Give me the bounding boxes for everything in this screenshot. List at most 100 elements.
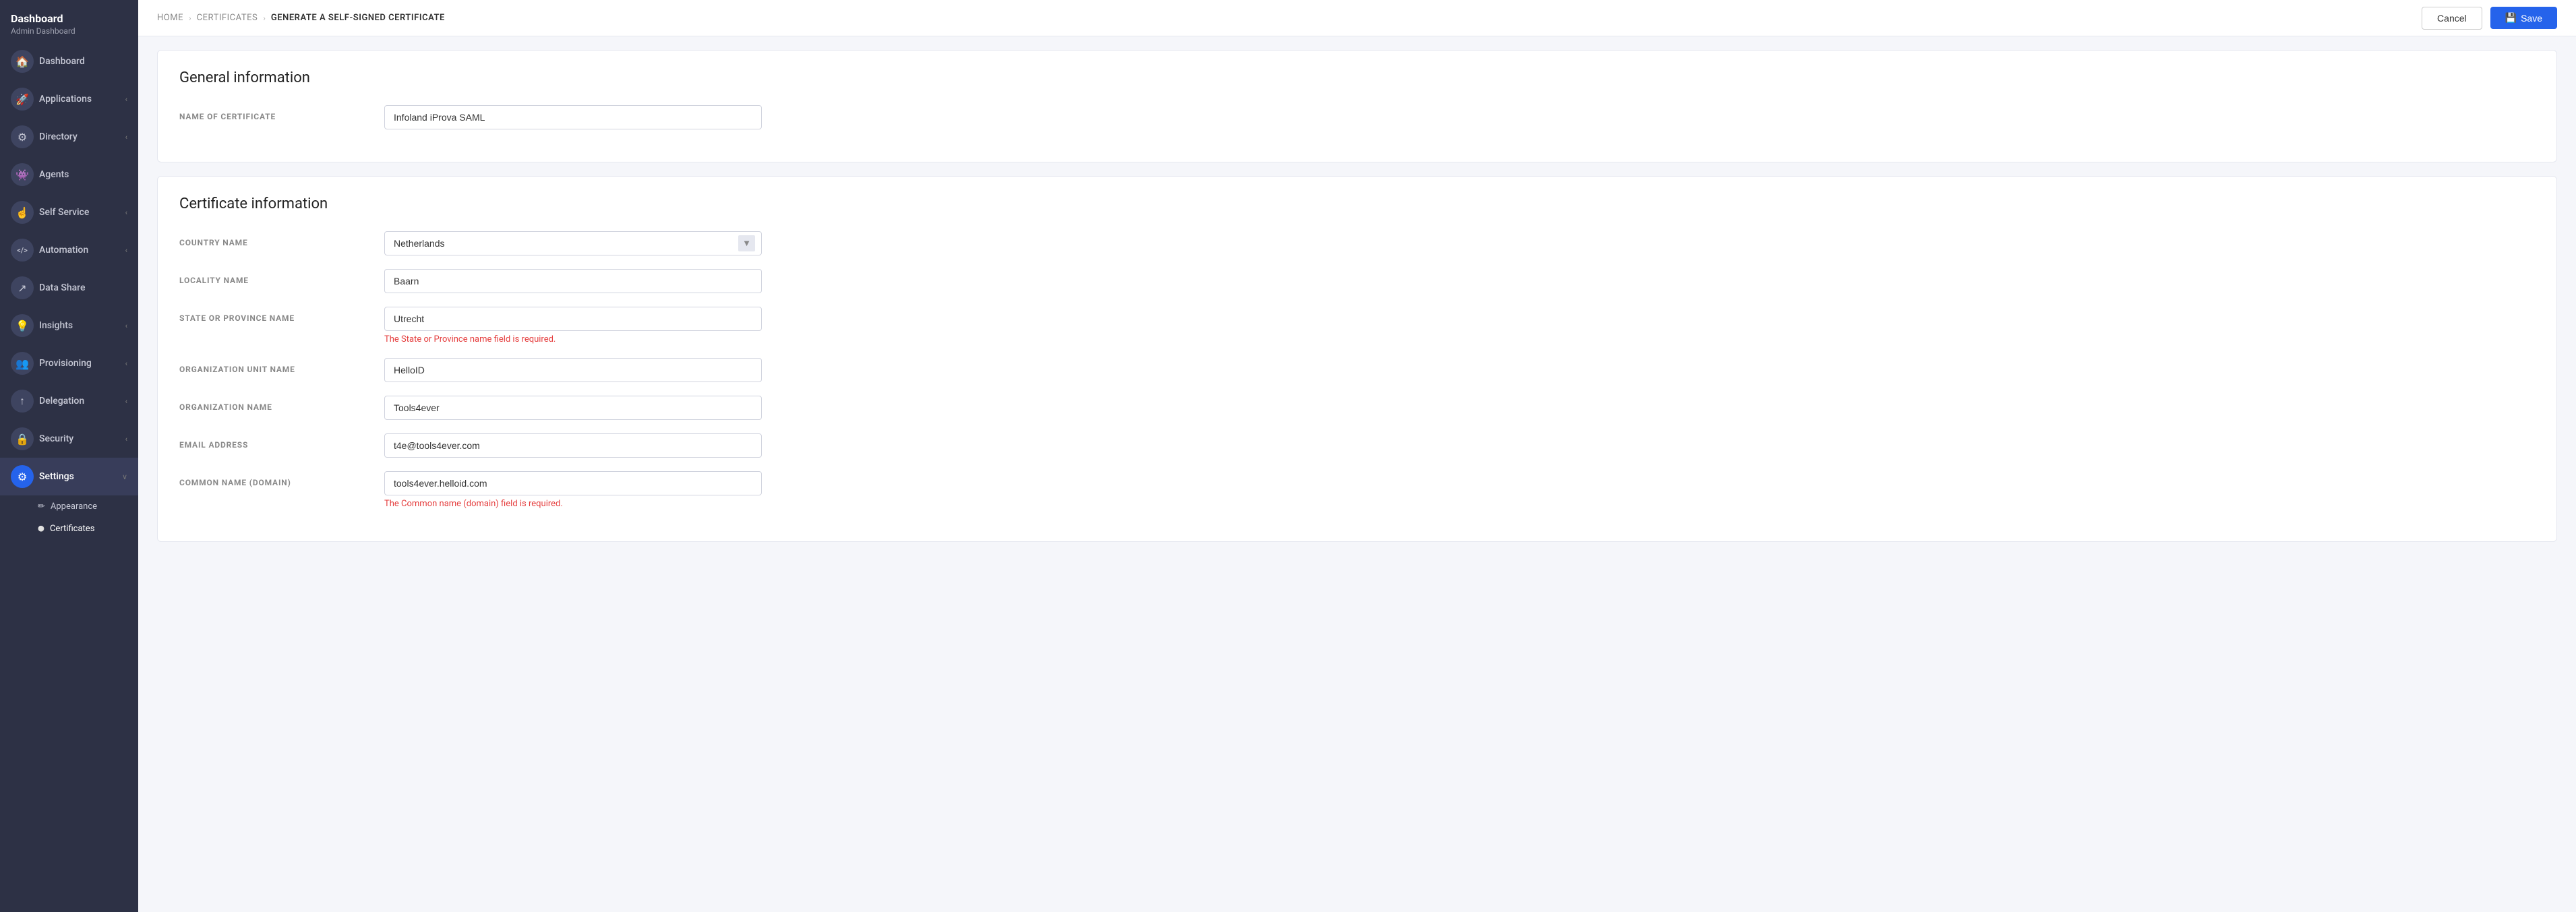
common-name-input[interactable] [384, 471, 762, 495]
appearance-icon: ✏ [38, 501, 45, 512]
home-icon: 🏠 [11, 50, 34, 73]
topbar: HOME › CERTIFICATES › GENERATE A SELF-SI… [138, 0, 2576, 36]
sidebar-item-security[interactable]: 🔒 Security ‹ [0, 420, 138, 458]
save-label: Save [2521, 13, 2542, 24]
settings-icon: ⚙ [11, 465, 34, 488]
country-name-label: COUNTRY NAME [179, 231, 368, 247]
save-icon: 💾 [2505, 12, 2517, 24]
rocket-icon: 🚀 [11, 88, 34, 111]
country-name-select[interactable]: Netherlands Germany France United States… [384, 231, 762, 255]
certificate-dot-icon: ⚪ [38, 526, 44, 532]
sidebar-sub-appearance[interactable]: ✏ Appearance [0, 495, 138, 518]
email-label: EMAIL ADDRESS [179, 433, 368, 450]
sidebar-item-agents[interactable]: 👾 Agents [0, 156, 138, 193]
insights-icon: 💡 [11, 314, 34, 337]
delegation-icon: ↑ [11, 390, 34, 413]
sidebar-label-applications: Applications [39, 94, 92, 104]
sidebar-label-directory: Directory [39, 131, 78, 142]
sidebar-label-data-share: Data Share [39, 282, 86, 293]
sidebar-title: Dashboard [11, 12, 127, 25]
sidebar-label-insights: Insights [39, 320, 73, 331]
chevron-icon-applications: ‹ [125, 95, 127, 104]
state-province-input[interactable] [384, 307, 762, 331]
breadcrumb-certificates[interactable]: CERTIFICATES [197, 13, 258, 23]
sidebar-item-self-service[interactable]: ☝ Self Service ‹ [0, 193, 138, 231]
sidebar-item-delegation[interactable]: ↑ Delegation ‹ [0, 382, 138, 420]
sidebar-sub-certificates[interactable]: ⚪ Certificates [0, 518, 138, 540]
save-button[interactable]: 💾 Save [2490, 7, 2557, 29]
state-province-label: STATE OR PROVINCE NAME [179, 307, 368, 323]
general-info-section: General information NAME OF CERTIFICATE [157, 50, 2557, 162]
locality-name-field [384, 269, 2535, 293]
chevron-icon-settings: ∨ [122, 473, 127, 481]
state-province-field: The State or Province name field is requ… [384, 307, 2535, 344]
sidebar-sub-label-certificates: Certificates [50, 524, 94, 534]
sidebar-label-self-service: Self Service [39, 207, 89, 218]
sidebar-subtitle: Admin Dashboard [11, 26, 127, 36]
chevron-icon-directory: ‹ [125, 133, 127, 142]
cert-info-title: Certificate information [179, 195, 2535, 212]
main-content: HOME › CERTIFICATES › GENERATE A SELF-SI… [138, 0, 2576, 912]
sidebar-label-dashboard: Dashboard [39, 56, 85, 67]
name-of-certificate-field [384, 105, 2535, 129]
sidebar-label-settings: Settings [39, 471, 74, 482]
chevron-icon-provisioning: ‹ [125, 359, 127, 368]
sidebar-item-dashboard[interactable]: 🏠 Dashboard [0, 42, 138, 80]
common-name-row: COMMON NAME (DOMAIN) The Common name (do… [179, 471, 2535, 509]
common-name-error: The Common name (domain) field is requir… [384, 499, 2535, 509]
breadcrumb: HOME › CERTIFICATES › GENERATE A SELF-SI… [157, 13, 445, 23]
breadcrumb-sep1: › [189, 13, 191, 23]
state-province-row: STATE OR PROVINCE NAME The State or Prov… [179, 307, 2535, 344]
directory-icon: ⚙ [11, 125, 34, 148]
sidebar-label-security: Security [39, 433, 73, 444]
sidebar-nav: 🏠 Dashboard 🚀 Applications ‹ ⚙ Directory… [0, 42, 138, 912]
locality-name-row: LOCALITY NAME [179, 269, 2535, 293]
org-unit-row: ORGANIZATION UNIT NAME [179, 358, 2535, 382]
org-unit-input[interactable] [384, 358, 762, 382]
automation-icon: </> [11, 239, 34, 262]
security-icon: 🔒 [11, 427, 34, 450]
sidebar-label-automation: Automation [39, 245, 88, 255]
sidebar-item-provisioning[interactable]: 👥 Provisioning ‹ [0, 344, 138, 382]
email-field [384, 433, 2535, 458]
sidebar-item-applications[interactable]: 🚀 Applications ‹ [0, 80, 138, 118]
sidebar-item-settings[interactable]: ⚙ Settings ∨ [0, 458, 138, 495]
locality-name-label: LOCALITY NAME [179, 269, 368, 285]
org-name-label: ORGANIZATION NAME [179, 396, 368, 412]
name-of-certificate-label: NAME OF CERTIFICATE [179, 105, 368, 121]
agents-icon: 👾 [11, 163, 34, 186]
email-input[interactable] [384, 433, 762, 458]
sidebar-sub-label-appearance: Appearance [51, 501, 97, 512]
topbar-actions: Cancel 💾 Save [2422, 7, 2557, 30]
state-province-error: The State or Province name field is requ… [384, 334, 2535, 344]
sidebar-item-insights[interactable]: 💡 Insights ‹ [0, 307, 138, 344]
org-unit-label: ORGANIZATION UNIT NAME [179, 358, 368, 374]
sidebar-label-delegation: Delegation [39, 396, 84, 406]
provisioning-icon: 👥 [11, 352, 34, 375]
sidebar: Dashboard Admin Dashboard 🏠 Dashboard 🚀 … [0, 0, 138, 912]
sidebar-item-directory[interactable]: ⚙ Directory ‹ [0, 118, 138, 156]
email-row: EMAIL ADDRESS [179, 433, 2535, 458]
breadcrumb-sep2: › [263, 13, 266, 23]
sidebar-item-automation[interactable]: </> Automation ‹ [0, 231, 138, 269]
name-of-certificate-row: NAME OF CERTIFICATE [179, 105, 2535, 129]
sidebar-header: Dashboard Admin Dashboard [0, 0, 138, 42]
breadcrumb-home[interactable]: HOME [157, 13, 183, 23]
common-name-field: The Common name (domain) field is requir… [384, 471, 2535, 509]
cert-info-section: Certificate information COUNTRY NAME Net… [157, 176, 2557, 542]
locality-name-input[interactable] [384, 269, 762, 293]
self-service-icon: ☝ [11, 201, 34, 224]
chevron-icon-self-service: ‹ [125, 208, 127, 217]
page-content: General information NAME OF CERTIFICATE … [138, 36, 2576, 912]
org-name-input[interactable] [384, 396, 762, 420]
country-name-field: Netherlands Germany France United States… [384, 231, 2535, 255]
org-name-field [384, 396, 2535, 420]
general-info-title: General information [179, 69, 2535, 86]
name-of-certificate-input[interactable] [384, 105, 762, 129]
country-name-row: COUNTRY NAME Netherlands Germany France … [179, 231, 2535, 255]
chevron-icon-automation: ‹ [125, 246, 127, 255]
sidebar-item-data-share[interactable]: ↗ Data Share [0, 269, 138, 307]
chevron-icon-security: ‹ [125, 435, 127, 444]
org-name-row: ORGANIZATION NAME [179, 396, 2535, 420]
cancel-button[interactable]: Cancel [2422, 7, 2482, 30]
